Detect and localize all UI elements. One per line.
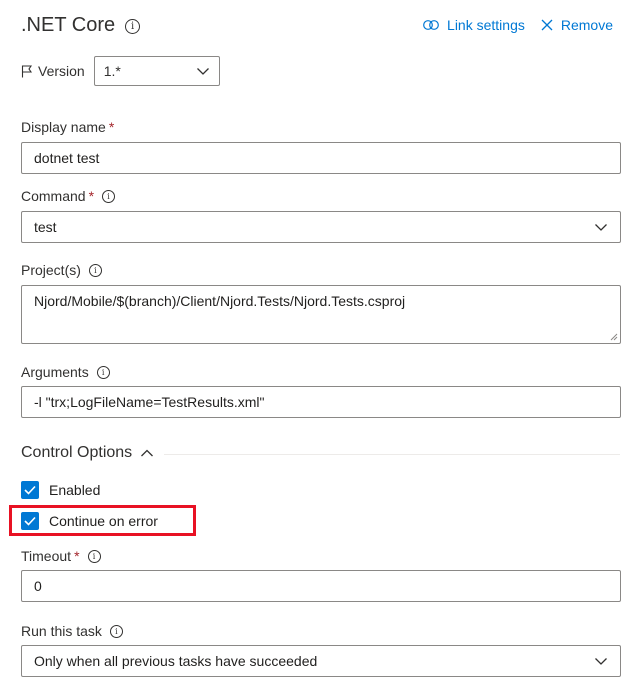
- run-this-task-label: Run this task i: [21, 623, 123, 639]
- arguments-label: Arguments i: [21, 364, 110, 380]
- version-value: 1.*: [103, 63, 121, 79]
- command-label: Command * i: [21, 188, 116, 204]
- command-label-text: Command: [21, 188, 86, 204]
- remove-label: Remove: [560, 17, 613, 33]
- header-actions: Link settings Remove: [423, 17, 613, 33]
- command-dropdown[interactable]: test: [21, 211, 621, 243]
- projects-value: Njord/Mobile/$(branch)/Client/Njord.Test…: [34, 293, 406, 309]
- run-this-task-label-text: Run this task: [21, 623, 102, 639]
- arguments-value: -l "trx;LogFileName=TestResults.xml": [34, 394, 265, 410]
- timeout-input[interactable]: 0: [21, 570, 621, 602]
- run-this-task-value: Only when all previous tasks have succee…: [34, 653, 318, 669]
- required-marker: *: [74, 548, 80, 564]
- required-marker: *: [108, 119, 115, 135]
- run-this-task-dropdown[interactable]: Only when all previous tasks have succee…: [21, 645, 621, 677]
- task-title: .NET Core i: [21, 14, 141, 37]
- highlight-box: [9, 505, 196, 536]
- enabled-checkbox-row[interactable]: Enabled: [21, 481, 100, 499]
- link-settings-button[interactable]: Link settings: [423, 17, 525, 33]
- close-icon: [541, 19, 553, 31]
- control-options-title: Control Options: [21, 444, 133, 461]
- info-icon[interactable]: i: [125, 19, 141, 34]
- info-icon[interactable]: i: [109, 624, 123, 638]
- task-title-text: .NET Core: [21, 14, 116, 36]
- info-icon[interactable]: i: [102, 189, 116, 203]
- info-icon[interactable]: i: [96, 365, 110, 379]
- display-name-value: dotnet test: [34, 150, 100, 166]
- checkmark-icon: [24, 485, 36, 495]
- link-settings-label: Link settings: [447, 17, 525, 33]
- command-value: test: [34, 219, 57, 235]
- version-row: Version 1.*: [21, 56, 220, 86]
- display-name-label: Display name *: [21, 119, 114, 135]
- link-icon: [423, 20, 439, 30]
- timeout-label-text: Timeout: [21, 548, 72, 564]
- projects-label: Project(s) i: [21, 262, 102, 278]
- projects-label-text: Project(s): [21, 262, 81, 278]
- version-dropdown[interactable]: 1.*: [93, 56, 220, 86]
- timeout-label: Timeout * i: [21, 548, 101, 564]
- info-icon[interactable]: i: [87, 549, 101, 563]
- enabled-label: Enabled: [49, 482, 101, 498]
- section-divider: [164, 454, 620, 455]
- chevron-down-icon: [595, 658, 607, 665]
- flag-icon: [21, 64, 33, 77]
- chevron-up-icon: [141, 449, 154, 457]
- enabled-checkbox[interactable]: [21, 481, 39, 499]
- resize-handle-icon[interactable]: [610, 333, 618, 341]
- chevron-down-icon: [196, 68, 209, 75]
- display-name-input[interactable]: dotnet test: [21, 142, 621, 174]
- timeout-value: 0: [34, 578, 42, 594]
- chevron-down-icon: [595, 224, 607, 231]
- arguments-input[interactable]: -l "trx;LogFileName=TestResults.xml": [21, 386, 621, 418]
- info-icon[interactable]: i: [88, 263, 102, 277]
- control-options-header[interactable]: Control Options: [21, 444, 154, 462]
- version-label: Version: [38, 63, 85, 79]
- remove-button[interactable]: Remove: [541, 17, 613, 33]
- projects-textarea[interactable]: Njord/Mobile/$(branch)/Client/Njord.Test…: [21, 285, 621, 344]
- display-name-label-text: Display name: [21, 119, 106, 135]
- required-marker: *: [88, 188, 95, 204]
- arguments-label-text: Arguments: [21, 364, 89, 380]
